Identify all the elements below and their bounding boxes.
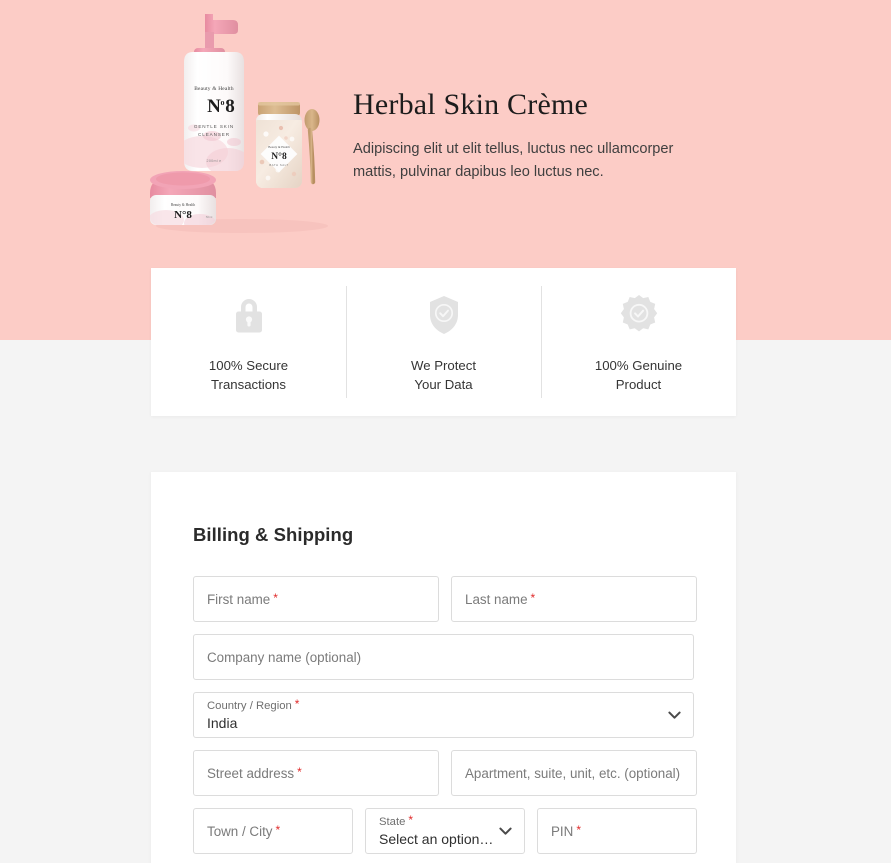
trust-label-genuine-product: 100% Genuine Product	[595, 356, 682, 394]
trust-line-1: 100% Genuine	[594, 358, 683, 373]
state-select[interactable]: State * Select an option…	[365, 808, 525, 854]
required-marker: *	[576, 823, 581, 837]
svg-text:Beauty & Health: Beauty & Health	[268, 145, 290, 149]
form-row-locality: Town / City * State * Select an option… PI…	[193, 808, 697, 854]
padlock-icon	[227, 292, 271, 338]
form-row-country: Country / Region * India	[193, 692, 694, 738]
svg-text:200ml e: 200ml e	[207, 159, 222, 163]
trust-line-1: We Protect	[411, 358, 476, 373]
pin-input[interactable]: PIN *	[537, 808, 697, 854]
country-region-value: India	[207, 715, 238, 732]
trust-line-2: Transactions	[210, 377, 286, 393]
svg-text:Beauty & Health: Beauty & Health	[194, 86, 234, 92]
town-city-placeholder: Town / City	[207, 823, 273, 839]
trust-label-protect-data: We Protect Your Data	[411, 356, 476, 394]
trust-badges-card: 100% Secure Transactions We Protect Your…	[151, 268, 736, 416]
state-label: State *	[379, 813, 414, 828]
town-city-input[interactable]: Town / City *	[193, 808, 353, 854]
required-marker: *	[273, 591, 278, 605]
street-address-input[interactable]: Street address *	[193, 750, 439, 796]
shield-check-icon	[422, 292, 466, 338]
trust-item-secure-transactions: 100% Secure Transactions	[151, 286, 346, 398]
hero-copy: Herbal Skin Crème Adipiscing elit ut eli…	[353, 88, 713, 185]
trust-line-1: 100% Secure	[208, 358, 289, 373]
street-address-placeholder: Street address	[207, 765, 295, 781]
form-row-name: First name * Last name *	[193, 576, 697, 622]
apartment-placeholder: Apartment, suite, unit, etc. (optional)	[465, 765, 681, 781]
svg-text:8: 8	[225, 96, 235, 117]
company-name-placeholder: Company name (optional)	[207, 649, 362, 665]
chevron-down-icon[interactable]	[667, 708, 681, 722]
svg-text:N°8: N°8	[271, 151, 287, 162]
required-marker: *	[408, 813, 414, 827]
hero-subtitle: Adipiscing elit ut elit tellus, luctus n…	[353, 140, 674, 181]
svg-text:N°8: N°8	[174, 209, 192, 221]
svg-text:GENTLE SKIN: GENTLE SKIN	[194, 124, 234, 129]
svg-text:o: o	[221, 98, 225, 107]
first-name-placeholder: First name	[207, 591, 271, 607]
apartment-input[interactable]: Apartment, suite, unit, etc. (optional)	[451, 750, 697, 796]
checkout-page: Beauty & Health N o 8 GENTLE SKIN CLEANS…	[0, 0, 891, 863]
required-marker: *	[297, 765, 302, 779]
svg-text:BATH SALT: BATH SALT	[269, 163, 288, 167]
last-name-placeholder: Last name	[465, 591, 528, 607]
billing-heading: Billing & Shipping	[193, 524, 354, 545]
state-value: Select an option…	[379, 831, 494, 848]
svg-text:CLEANSER: CLEANSER	[198, 132, 230, 137]
trust-line-2: Product	[615, 377, 662, 393]
chevron-down-icon[interactable]	[498, 824, 512, 838]
trust-item-genuine-product: 100% Genuine Product	[541, 286, 736, 398]
pin-placeholder: PIN	[551, 823, 574, 839]
last-name-input[interactable]: Last name *	[451, 576, 697, 622]
svg-text:Beauty & Health: Beauty & Health	[171, 203, 196, 207]
trust-line-2: Your Data	[414, 377, 473, 393]
svg-text:N: N	[207, 96, 221, 117]
company-name-input[interactable]: Company name (optional)	[193, 634, 694, 680]
billing-form: First name * Last name * Company name (opt…	[193, 576, 697, 854]
badge-check-icon	[617, 292, 661, 338]
form-row-address: Street address * Apartment, suite, unit, …	[193, 750, 697, 796]
country-region-select[interactable]: Country / Region * India	[193, 692, 694, 738]
country-region-label: Country / Region *	[207, 697, 300, 712]
required-marker: *	[530, 591, 536, 605]
trust-item-protect-data: We Protect Your Data	[346, 286, 541, 398]
svg-text:50ml: 50ml	[206, 215, 213, 219]
required-marker: *	[275, 823, 281, 837]
trust-label-secure-transactions: 100% Secure Transactions	[209, 356, 288, 394]
page-title: Herbal Skin Crème	[353, 88, 589, 121]
required-marker: *	[294, 697, 300, 711]
product-image: Beauty & Health N o 8 GENTLE SKIN CLEANS…	[142, 2, 342, 234]
form-row-company: Company name (optional)	[193, 634, 694, 680]
first-name-input[interactable]: First name *	[193, 576, 439, 622]
billing-shipping-card: Billing & Shipping First name * Last name…	[151, 472, 736, 863]
